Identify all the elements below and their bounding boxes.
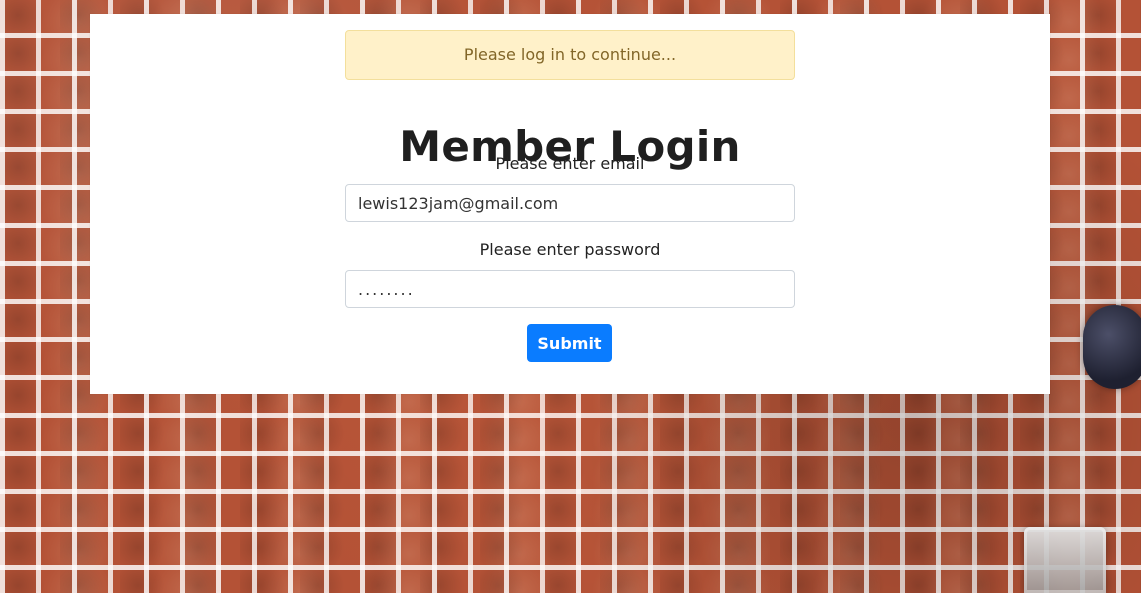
login-card: Please log in to continue... Member Logi… — [90, 14, 1050, 394]
password-label: Please enter password — [479, 240, 661, 259]
submit-button[interactable]: Submit — [527, 324, 612, 362]
email-label: Please enter email — [495, 154, 645, 173]
password-field[interactable] — [345, 270, 795, 308]
login-alert-message: Please log in to continue... — [463, 45, 677, 64]
decorative-glass-object — [1024, 527, 1106, 593]
decorative-pipe-object — [1083, 305, 1141, 389]
login-alert: Please log in to continue... — [345, 30, 795, 80]
email-field[interactable] — [345, 184, 795, 222]
